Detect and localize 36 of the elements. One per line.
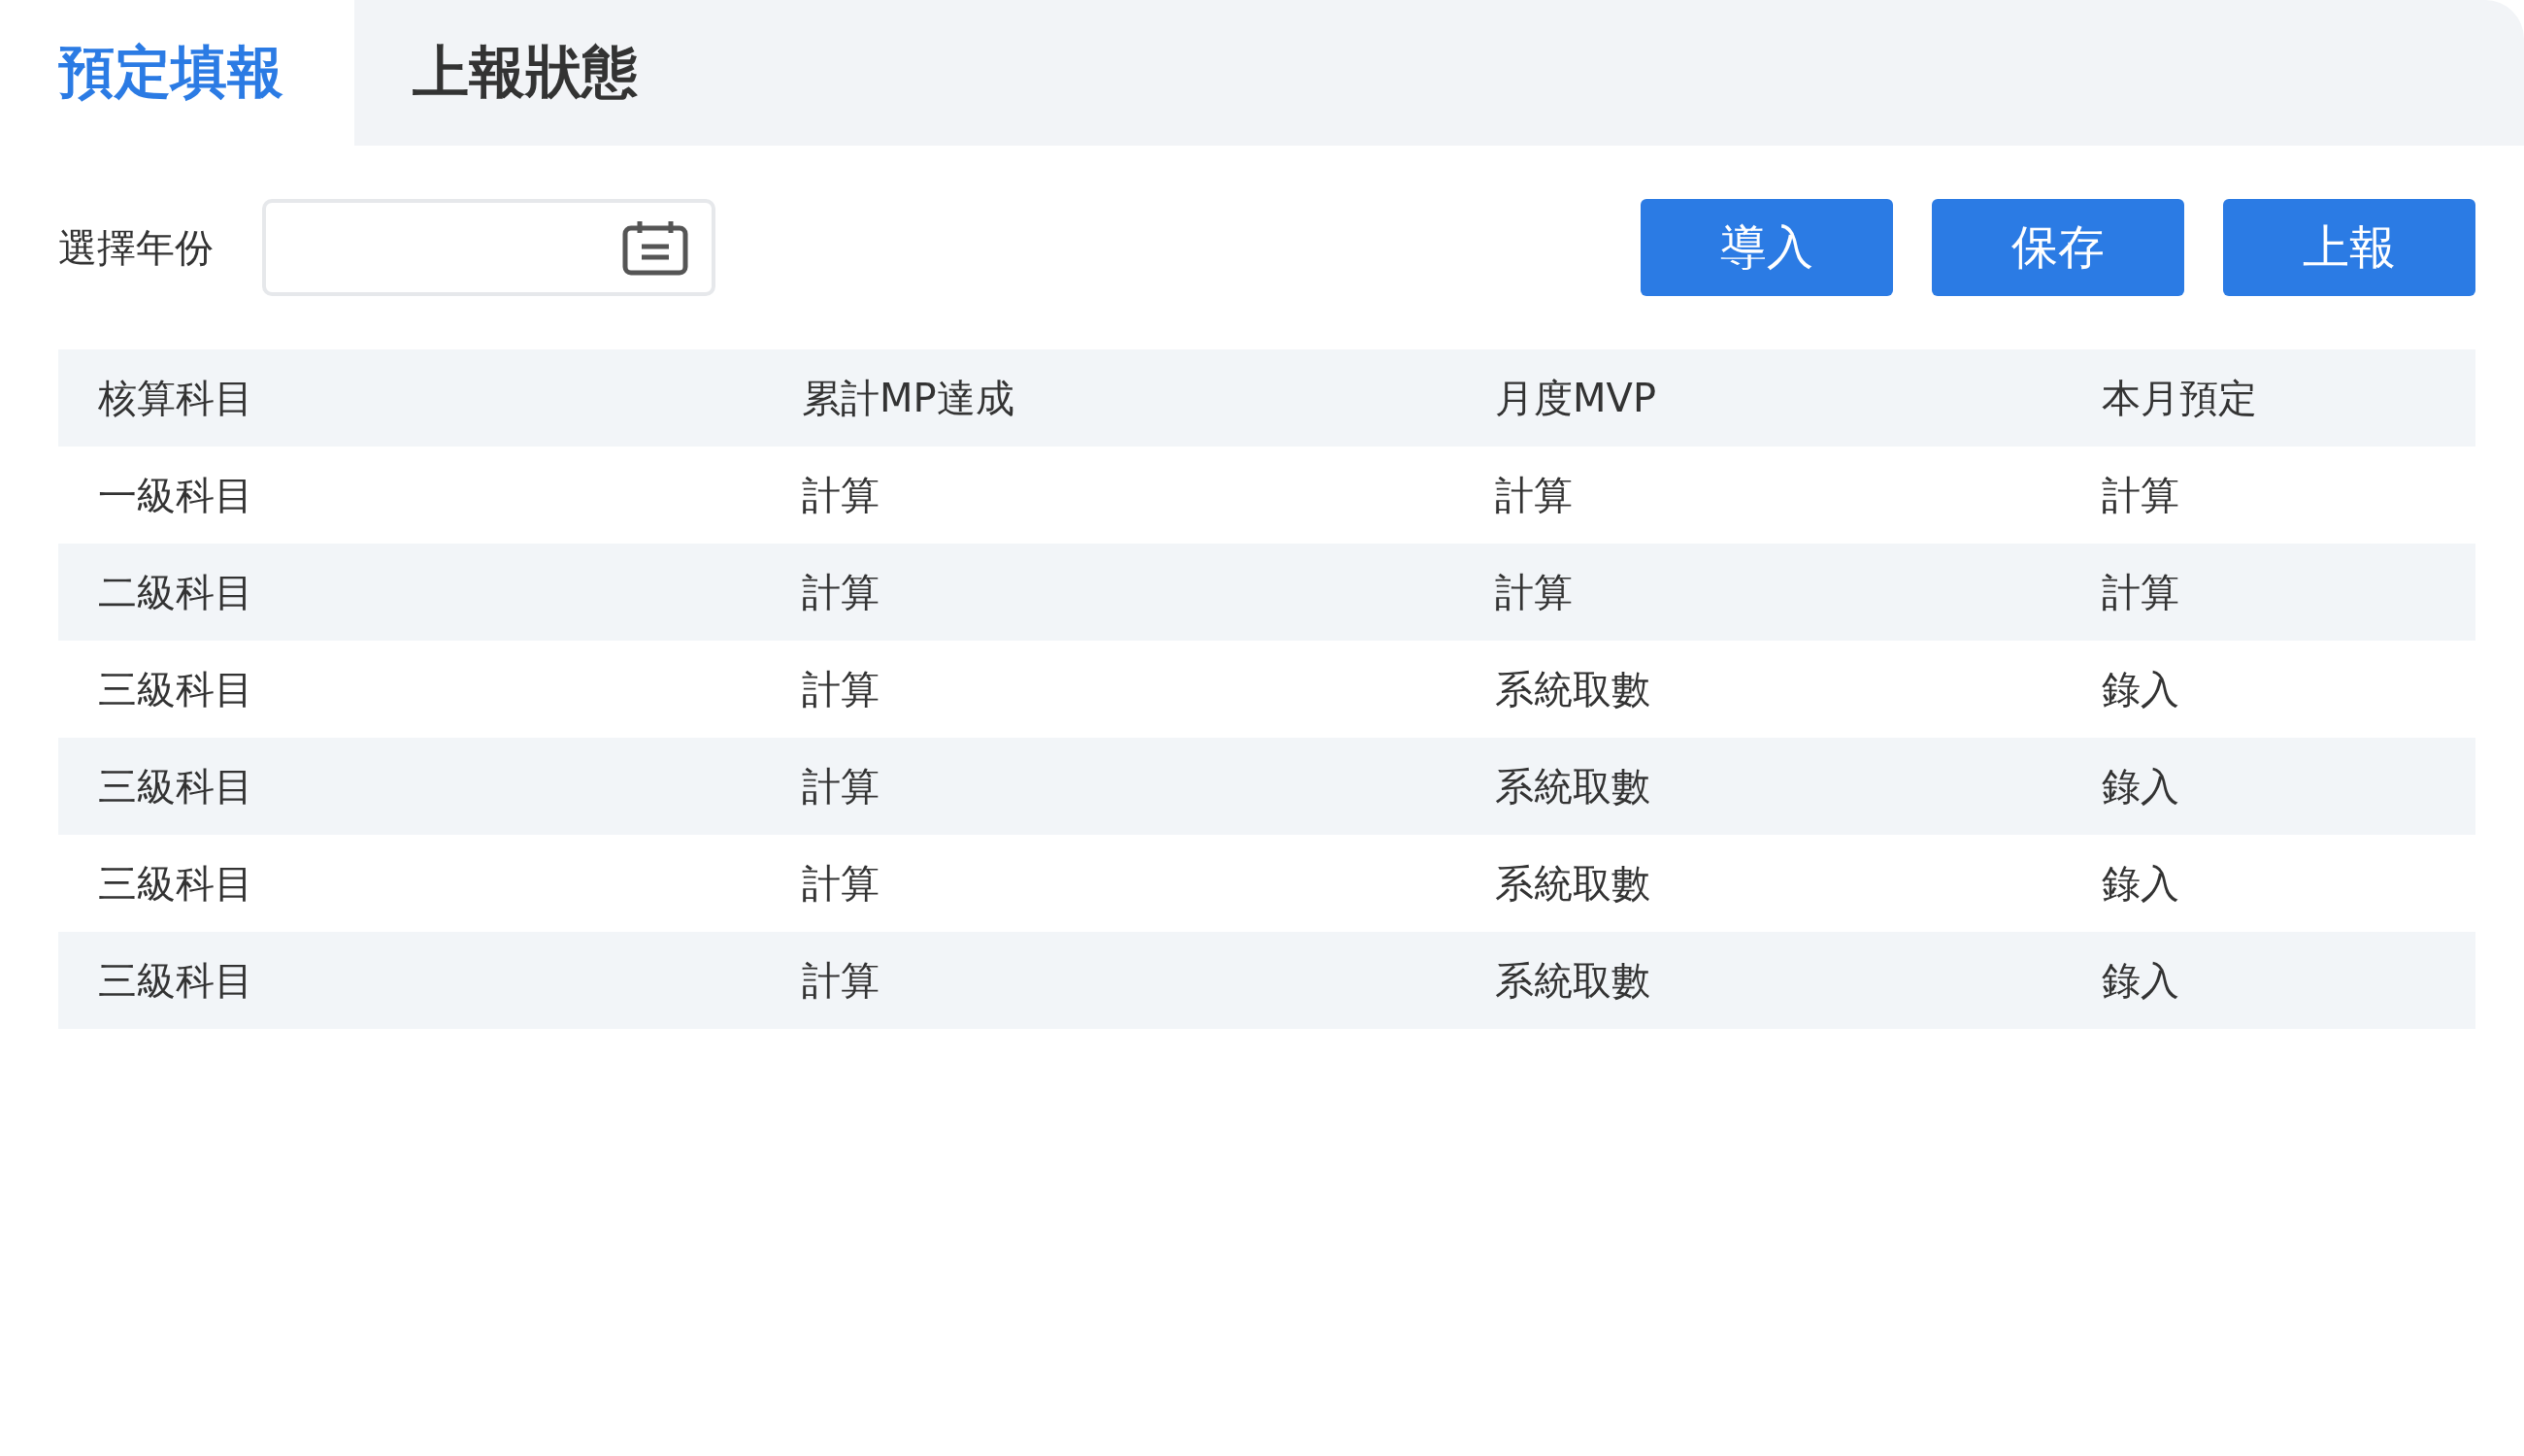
tab[interactable]: 預定填報: [0, 0, 354, 146]
action-button[interactable]: 保存: [1932, 199, 2184, 296]
table-cell-text: 系統取數: [1494, 859, 1651, 908]
table-cell-text: 計算: [1494, 568, 1574, 616]
table-cell-text: 系統取數: [1494, 956, 1651, 1005]
column-header: 累計MP達成: [801, 374, 1015, 422]
table-cell-text: 三級科目: [97, 762, 254, 811]
table-cell-text: 計算: [801, 665, 880, 713]
table-cell-text: 三級科目: [97, 859, 254, 908]
table-cell-text: 計算: [1494, 471, 1574, 519]
table-cell-text: 二級科目: [97, 568, 254, 616]
table-cell-text: 計算: [801, 762, 880, 811]
table-cell-text: 計算: [801, 956, 880, 1005]
tab[interactable]: 上報狀態: [354, 0, 709, 146]
table-cell-text: 系統取數: [1494, 665, 1651, 713]
calendar-icon: [622, 219, 688, 276]
table-cell-text: 錄入: [2101, 859, 2180, 908]
table-cell-text: 計算: [2101, 471, 2180, 519]
column-header: 月度MVP: [1494, 374, 1657, 422]
table-cell-text: 計算: [2101, 568, 2180, 616]
table-cell-text: 一級科目: [97, 471, 254, 519]
column-header: 本月預定: [2101, 374, 2258, 422]
year-label: 選擇年份: [58, 223, 214, 272]
year-field[interactable]: [262, 199, 715, 296]
table-cell-text: 三級科目: [97, 665, 254, 713]
table-cell-text: 計算: [801, 859, 880, 908]
action-button[interactable]: 導入: [1641, 199, 1893, 296]
table-cell-text: 錄入: [2101, 665, 2180, 713]
action-button[interactable]: 上報: [2223, 199, 2475, 296]
table-cell-text: 錄入: [2101, 956, 2180, 1005]
column-header: 核算科目: [97, 374, 254, 422]
table-cell-text: 錄入: [2101, 762, 2180, 811]
table-cell-text: 系統取數: [1494, 762, 1651, 811]
table-cell-text: 三級科目: [97, 956, 254, 1005]
table-cell-text: 計算: [801, 568, 880, 616]
table-cell-text: 計算: [801, 471, 880, 519]
